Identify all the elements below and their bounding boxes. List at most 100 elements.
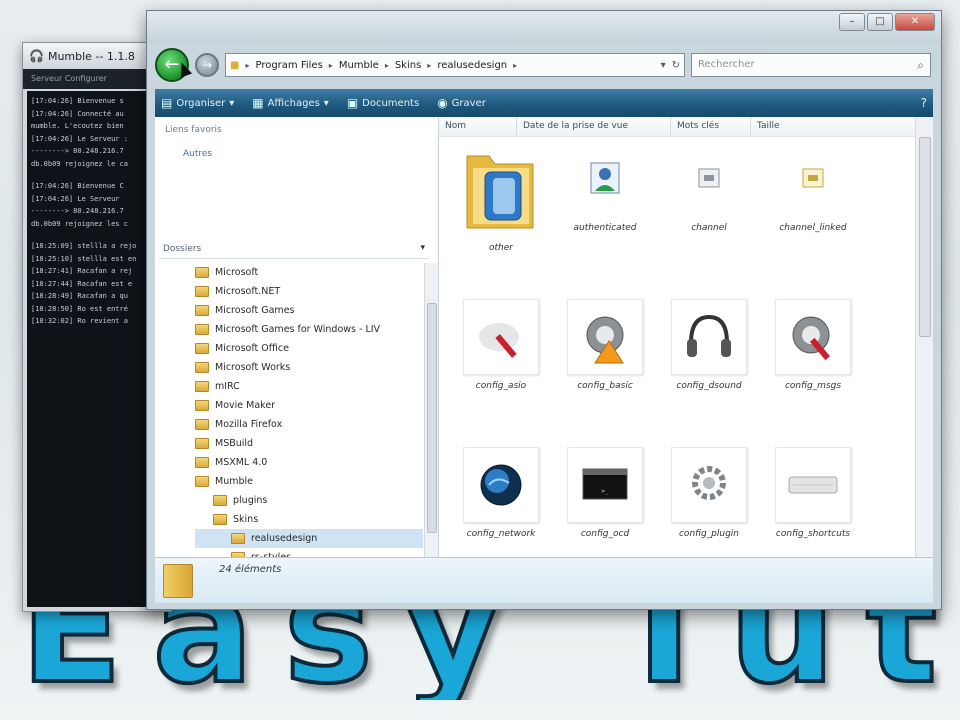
views-button[interactable]: ▦ Affichages ▾	[252, 96, 329, 110]
file-item[interactable]: config_basic	[553, 299, 657, 391]
navigation-pane: Liens favoris Autres Dossiers ▾ Microsof…	[155, 117, 439, 557]
folder-tree-item[interactable]: Microsoft Games for Windows - LIV	[195, 320, 423, 339]
favorites-link[interactable]: Autres	[183, 149, 212, 159]
breadcrumb-skins[interactable]: Skins	[395, 60, 421, 71]
folder-icon	[195, 381, 209, 392]
folder-tree-item[interactable]: Microsoft	[195, 263, 423, 282]
scrollbar-thumb[interactable]	[919, 137, 931, 337]
scrollbar-thumb[interactable]	[427, 303, 437, 533]
user-icon	[567, 141, 643, 217]
folder-tree-item[interactable]: Movie Maker	[195, 396, 423, 415]
column-header-date[interactable]: Date de la prise de vue	[517, 117, 671, 136]
folder-tree-item[interactable]: MSXML 4.0	[195, 453, 423, 472]
folder-tree-label: realusedesign	[251, 533, 318, 544]
folders-header[interactable]: Dossiers ▾	[159, 241, 429, 259]
folder-icon	[195, 400, 209, 411]
burn-label: Graver	[451, 97, 486, 109]
chevron-down-icon[interactable]: ▾	[420, 243, 425, 253]
organize-button[interactable]: ▤ Organiser ▾	[161, 96, 234, 110]
folder-tree-label: MSBuild	[215, 438, 254, 449]
folder-tree-item[interactable]: Mozilla Firefox	[195, 415, 423, 434]
folder-tree-label: Mozilla Firefox	[215, 419, 283, 430]
favorites-header: Liens favoris	[165, 125, 222, 135]
folder-tree-label: Microsoft.NET	[215, 286, 281, 297]
folder-tree-item[interactable]: realusedesign	[195, 529, 423, 548]
file-item[interactable]: authenticated	[553, 141, 657, 233]
file-name: other	[489, 243, 513, 253]
folder-tree-label: Microsoft Works	[215, 362, 291, 373]
folder-icon	[195, 305, 209, 316]
burn-icon: ◉	[437, 96, 448, 110]
folder-tree-label: Microsoft	[215, 267, 259, 278]
organize-icon: ▤	[161, 96, 173, 110]
file-name: config_msgs	[784, 381, 842, 391]
speaker-pen-icon	[775, 299, 851, 375]
folder-tree-item[interactable]: Skins	[195, 510, 423, 529]
folder-tree-scrollbar[interactable]	[424, 263, 438, 557]
folder-icon	[213, 514, 227, 525]
file-pane-scrollbar[interactable]	[915, 117, 933, 557]
folder-tree-item[interactable]: Microsoft Works	[195, 358, 423, 377]
folder-tree-item[interactable]: Microsoft.NET	[195, 282, 423, 301]
forward-button[interactable]: →	[195, 53, 219, 77]
channel-icon	[671, 141, 747, 217]
chevron-right-icon: ▸	[384, 60, 389, 70]
address-bar[interactable]: ■ ▸ Program Files ▸ Mumble ▸ Skins ▸ rea…	[225, 53, 685, 77]
folder-icon	[195, 476, 209, 487]
file-item[interactable]: >_ config_ocd	[553, 447, 657, 539]
file-name: config_plugin	[678, 529, 740, 539]
maximize-button[interactable]: □	[867, 13, 893, 31]
folder-tree-item[interactable]: plugins	[195, 491, 423, 510]
chevron-down-icon: ▾	[229, 97, 235, 109]
window-controls: – □ ✕	[839, 13, 935, 31]
window-titlebar[interactable]: – □ ✕	[147, 11, 941, 43]
burn-button[interactable]: ◉ Graver	[437, 96, 486, 110]
file-name: config_asio	[475, 381, 527, 391]
folder-tree-item[interactable]: mIRC	[195, 377, 423, 396]
refresh-icon[interactable]: ↻	[672, 60, 680, 71]
folder-icon	[231, 533, 245, 544]
file-item[interactable]: config_network	[449, 447, 553, 539]
breadcrumb-realusedesign[interactable]: realusedesign	[437, 60, 507, 71]
folder-icon	[213, 495, 227, 506]
file-item[interactable]: config_msgs	[761, 299, 865, 391]
file-item[interactable]: other	[449, 141, 553, 253]
file-item[interactable]: channel_linked	[761, 141, 865, 233]
breadcrumb-program-files[interactable]: Program Files	[255, 60, 322, 71]
folder-tree-item[interactable]: Mumble	[195, 472, 423, 491]
file-item[interactable]: config_plugin	[657, 447, 761, 539]
column-header-size[interactable]: Taille	[751, 117, 915, 136]
chevron-down-icon[interactable]: ▾	[661, 60, 666, 71]
chevron-right-icon: ▸	[245, 60, 250, 70]
file-pane: Nom Date de la prise de vue Mots clés Ta…	[439, 117, 933, 557]
column-header-name[interactable]: Nom	[439, 117, 517, 136]
organize-label: Organiser	[176, 97, 226, 109]
file-grid: other authenticated channel channel_linked c…	[449, 141, 909, 551]
command-toolbar: ▤ Organiser ▾ ▦ Affichages ▾ ▣ Documents…	[155, 89, 933, 117]
content-area: Liens favoris Autres Dossiers ▾ Microsof…	[155, 117, 933, 557]
help-icon[interactable]: ?	[921, 96, 927, 110]
breadcrumb-mumble[interactable]: Mumble	[339, 60, 379, 71]
documents-button[interactable]: ▣ Documents	[347, 96, 419, 110]
folder-tree-item[interactable]: MSBuild	[195, 434, 423, 453]
folder-icon	[195, 324, 209, 335]
search-input[interactable]: Rechercher ⌕	[691, 53, 931, 77]
close-button[interactable]: ✕	[895, 13, 935, 31]
file-item[interactable]: channel	[657, 141, 761, 233]
minimize-button[interactable]: –	[839, 13, 865, 31]
details-pane: 24 éléments	[155, 557, 933, 603]
file-item[interactable]: config_asio	[449, 299, 553, 391]
explorer-window[interactable]: – □ ✕ ← → ■ ▸ Program Files ▸ Mumble ▸ S…	[146, 10, 942, 610]
file-item[interactable]: config_dsound	[657, 299, 761, 391]
search-icon[interactable]: ⌕	[917, 58, 924, 73]
folder-tree-item[interactable]: rs-styles	[195, 548, 423, 557]
chevron-right-icon: ▸	[328, 60, 333, 70]
file-item[interactable]: config_shortcuts	[761, 447, 865, 539]
folder-tree-item[interactable]: Microsoft Office	[195, 339, 423, 358]
chevron-right-icon: ▸	[513, 60, 518, 70]
asio-icon	[463, 299, 539, 375]
navigation-bar: ← → ■ ▸ Program Files ▸ Mumble ▸ Skins ▸…	[155, 43, 933, 87]
column-header-keywords[interactable]: Mots clés	[671, 117, 751, 136]
folder-icon: ■	[230, 59, 240, 71]
folder-tree-item[interactable]: Microsoft Games	[195, 301, 423, 320]
